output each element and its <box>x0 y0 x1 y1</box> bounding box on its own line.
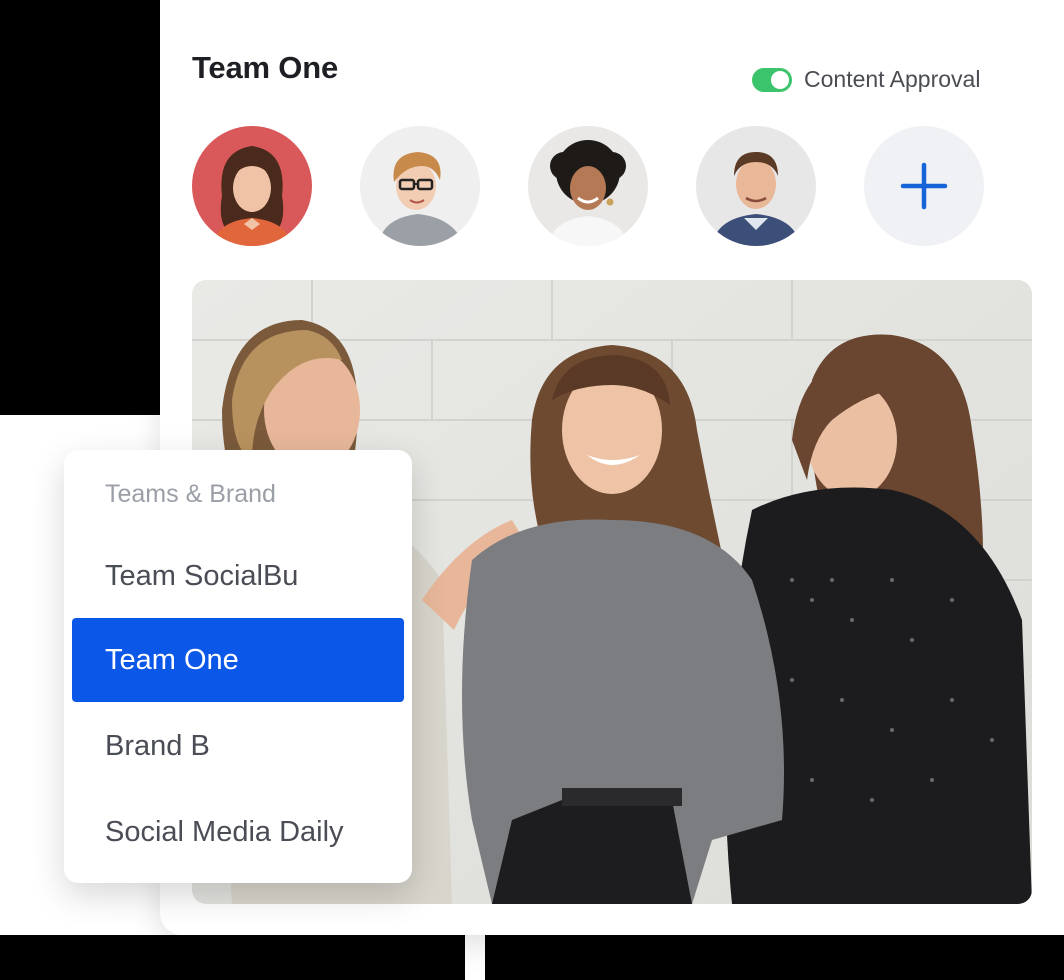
dropdown-item-team-one[interactable]: Team One <box>72 618 404 702</box>
member-avatar-1[interactable] <box>192 126 312 246</box>
member-avatar-3[interactable] <box>528 126 648 246</box>
team-members <box>192 126 984 246</box>
content-approval-toggle[interactable] <box>752 67 792 92</box>
dropdown-heading: Teams & Brand <box>105 480 276 508</box>
toggle-knob <box>771 70 789 89</box>
teams-dropdown: Teams & Brand Team SocialBu Team One Bra… <box>64 450 412 883</box>
content-approval-label: Content Approval <box>804 66 981 92</box>
member-avatar-4[interactable] <box>696 126 816 246</box>
background-panel-fragment <box>465 935 485 980</box>
dropdown-item-team-socialbu[interactable]: Team SocialBu <box>72 534 404 618</box>
dropdown-item-social-media-daily[interactable]: Social Media Daily <box>72 790 404 874</box>
plus-icon <box>900 162 948 210</box>
add-member-button[interactable] <box>864 126 984 246</box>
member-avatar-2[interactable] <box>360 126 480 246</box>
team-title: Team One <box>192 50 338 85</box>
dropdown-item-brand-b[interactable]: Brand B <box>72 704 404 788</box>
content-approval-row: Content Approval <box>752 66 980 93</box>
